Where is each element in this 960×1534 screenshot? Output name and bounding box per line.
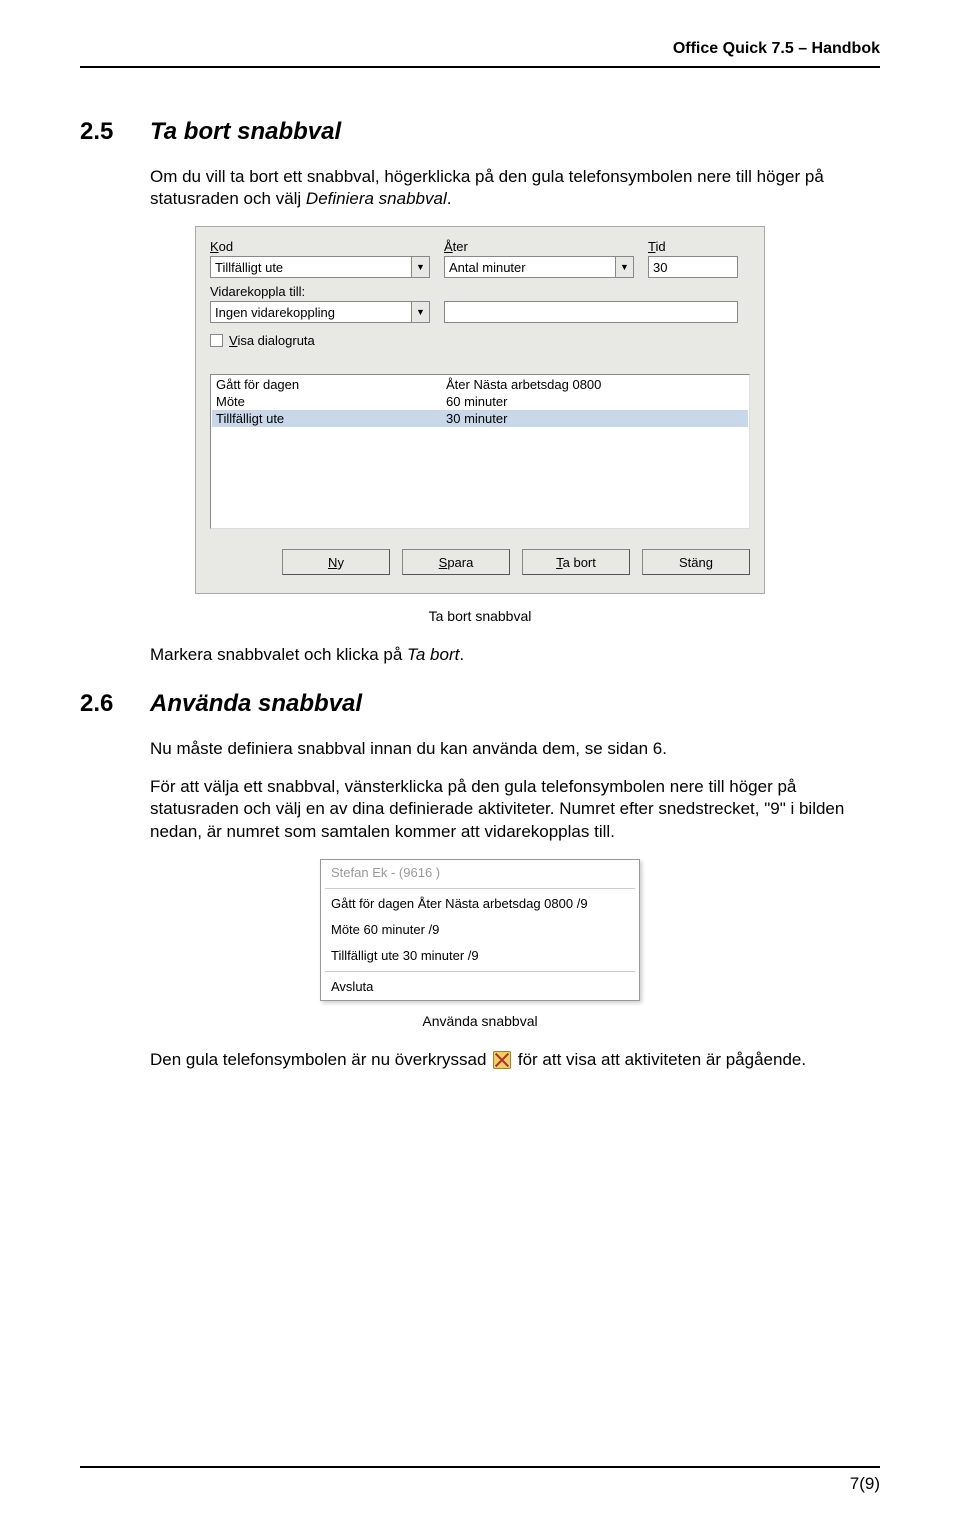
section-title: Använda snabbval <box>150 690 362 717</box>
snabbval-listbox[interactable]: Gått för dagen Åter Nästa arbetsdag 0800… <box>210 374 750 529</box>
dropdown-arrow-icon[interactable]: ▼ <box>615 257 633 277</box>
menu-separator <box>325 888 635 889</box>
menu-item[interactable]: Möte 60 minuter /9 <box>321 917 639 943</box>
menu-item[interactable]: Tillfälligt ute 30 minuter /9 <box>321 943 639 969</box>
vidarekoppla-input[interactable] <box>444 301 738 323</box>
phone-crossed-icon <box>493 1051 511 1069</box>
ny-button[interactable]: Ny <box>282 549 390 575</box>
vidarekoppla-combo[interactable]: Ingen vidarekoppling ▼ <box>210 301 430 323</box>
menu-header-disabled: Stefan Ek - (9616 ) <box>321 860 639 886</box>
dropdown-arrow-icon[interactable]: ▼ <box>411 257 429 277</box>
menu-item-avsluta[interactable]: Avsluta <box>321 974 639 1000</box>
dropdown-arrow-icon[interactable]: ▼ <box>411 302 429 322</box>
section-2-6-heading: 2.6Använda snabbval <box>80 690 880 718</box>
figure-caption-2: Använda snabbval <box>80 1013 880 1029</box>
header-title: Office Quick 7.5 – Handbok <box>673 40 880 57</box>
page-footer: 7(9) <box>80 1466 880 1494</box>
page-header: Office Quick 7.5 – Handbok <box>80 40 880 68</box>
checkbox-icon <box>210 334 223 347</box>
tid-label: Tid <box>648 239 738 254</box>
list-item[interactable]: Gått för dagen Åter Nästa arbetsdag 0800 <box>212 376 748 393</box>
section-2-6-para1: Nu måste definiera snabbval innan du kan… <box>150 738 880 760</box>
section-2-5-paragraph: Om du vill ta bort ett snabbval, högerkl… <box>150 166 880 210</box>
section-2-5-heading: 2.5Ta bort snabbval <box>80 118 880 146</box>
definiera-snabbval-dialog: Kod Tillfälligt ute ▼ Åter Antal minuter… <box>195 226 765 594</box>
section-2-6-para2: För att välja ett snabbval, vänsterklick… <box>150 776 880 842</box>
stang-button[interactable]: Stäng <box>642 549 750 575</box>
final-paragraph: Den gula telefonsymbolen är nu överkryss… <box>150 1049 880 1071</box>
menu-separator <box>325 971 635 972</box>
ater-combo[interactable]: Antal minuter ▼ <box>444 256 634 278</box>
section-number: 2.5 <box>80 118 150 146</box>
spara-button[interactable]: Spara <box>402 549 510 575</box>
page-number: 7(9) <box>850 1474 880 1493</box>
kod-label: Kod <box>210 239 430 254</box>
ta-bort-button[interactable]: Ta bort <box>522 549 630 575</box>
visa-dialogruta-checkbox[interactable]: Visa dialogruta <box>210 333 750 348</box>
ater-label: Åter <box>444 239 634 254</box>
after-dialog-text: Markera snabbvalet och klicka på Ta bort… <box>150 644 880 666</box>
snabbval-context-menu: Stefan Ek - (9616 ) Gått för dagen Åter … <box>320 859 640 1001</box>
tid-input[interactable]: 30 <box>648 256 738 278</box>
kod-combo[interactable]: Tillfälligt ute ▼ <box>210 256 430 278</box>
vidarekoppla-label: Vidarekoppla till: <box>210 284 750 299</box>
list-item[interactable]: Möte 60 minuter <box>212 393 748 410</box>
list-item-selected[interactable]: Tillfälligt ute 30 minuter <box>212 410 748 427</box>
section-number: 2.6 <box>80 690 150 718</box>
section-title: Ta bort snabbval <box>150 118 341 145</box>
figure-caption-1: Ta bort snabbval <box>80 608 880 624</box>
menu-item[interactable]: Gått för dagen Åter Nästa arbetsdag 0800… <box>321 891 639 917</box>
